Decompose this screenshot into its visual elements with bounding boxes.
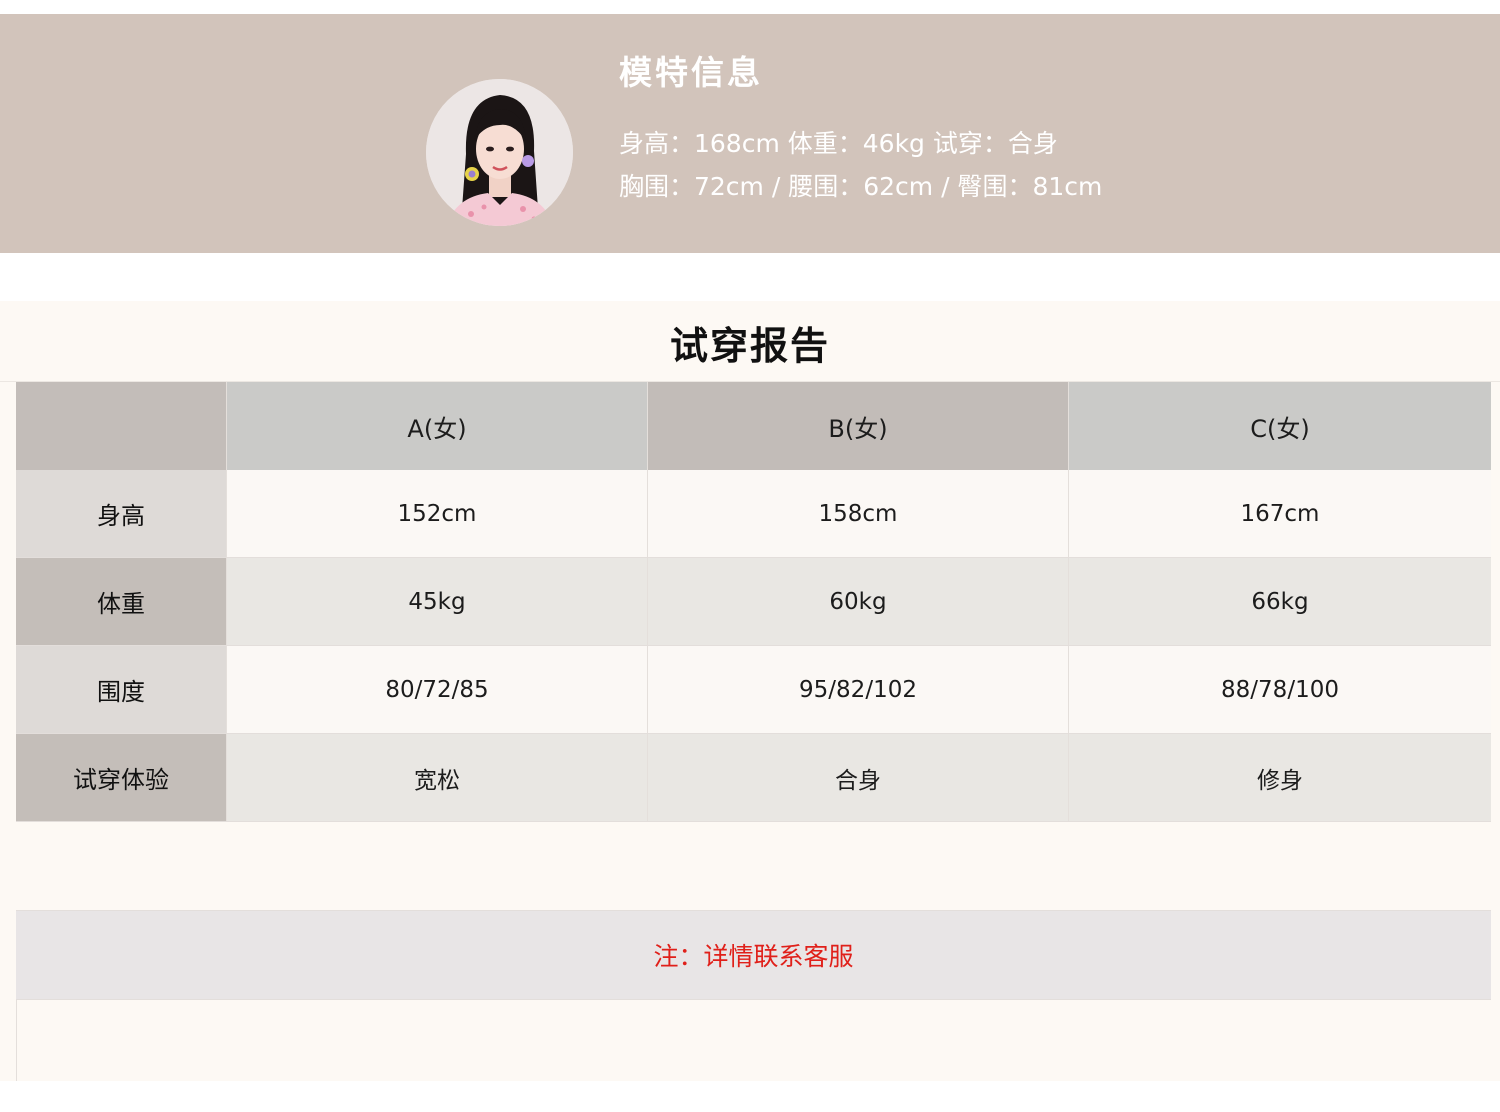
table-cell: 158cm <box>648 470 1069 557</box>
table-cell: 宽松 <box>227 734 648 821</box>
table-cell: 45kg <box>227 558 648 645</box>
model-info-banner: 模特信息 身高：168cm 体重：46kg 试穿：合身 胸围：72cm / 腰围… <box>0 14 1500 253</box>
model-info-title: 模特信息 <box>619 53 763 92</box>
header-corner-cell <box>16 382 227 470</box>
report-title: 试穿报告 <box>669 324 830 368</box>
table-row-measurements: 围度 80/72/85 95/82/102 88/78/100 <box>16 646 1491 734</box>
contact-note: 注：详情联系客服 <box>653 942 854 971</box>
table-cell: 95/82/102 <box>648 646 1069 733</box>
table-cell: 167cm <box>1069 470 1491 557</box>
table-header-row: A(女) B(女) C(女) <box>16 382 1491 470</box>
row-label: 试穿体验 <box>16 734 227 821</box>
model-avatar <box>426 79 573 226</box>
table-cell: 80/72/85 <box>227 646 648 733</box>
model-measurements-line-2: 胸围：72cm / 腰围：62cm / 臀围：81cm <box>619 172 1103 201</box>
header-cell-a: A(女) <box>227 382 648 470</box>
row-label: 身高 <box>16 470 227 557</box>
table-row-fit: 试穿体验 宽松 合身 修身 <box>16 734 1491 822</box>
table-spacer-row <box>16 822 1491 911</box>
model-measurements-line-1: 身高：168cm 体重：46kg 试穿：合身 <box>619 129 1058 158</box>
table-cell: 合身 <box>648 734 1069 821</box>
fitting-table: A(女) B(女) C(女) 身高 152cm 158cm 167cm 体重 4… <box>16 382 1491 1000</box>
table-note-row: 注：详情联系客服 <box>16 911 1491 1000</box>
header-cell-c: C(女) <box>1069 382 1491 470</box>
row-label: 围度 <box>16 646 227 733</box>
table-row-height: 身高 152cm 158cm 167cm <box>16 470 1491 558</box>
table-cell: 152cm <box>227 470 648 557</box>
table-cell: 修身 <box>1069 734 1491 821</box>
table-cell: 66kg <box>1069 558 1491 645</box>
table-row-weight: 体重 45kg 60kg 66kg <box>16 558 1491 646</box>
table-cell: 88/78/100 <box>1069 646 1491 733</box>
header-cell-b: B(女) <box>648 382 1069 470</box>
page: 模特信息 身高：168cm 体重：46kg 试穿：合身 胸围：72cm / 腰围… <box>0 0 1500 1112</box>
row-label: 体重 <box>16 558 227 645</box>
table-cell: 60kg <box>648 558 1069 645</box>
fitting-report: 试穿报告 A(女) B(女) C(女) 身高 152cm 158cm 167cm… <box>0 301 1500 1081</box>
model-portrait-image <box>426 79 573 226</box>
